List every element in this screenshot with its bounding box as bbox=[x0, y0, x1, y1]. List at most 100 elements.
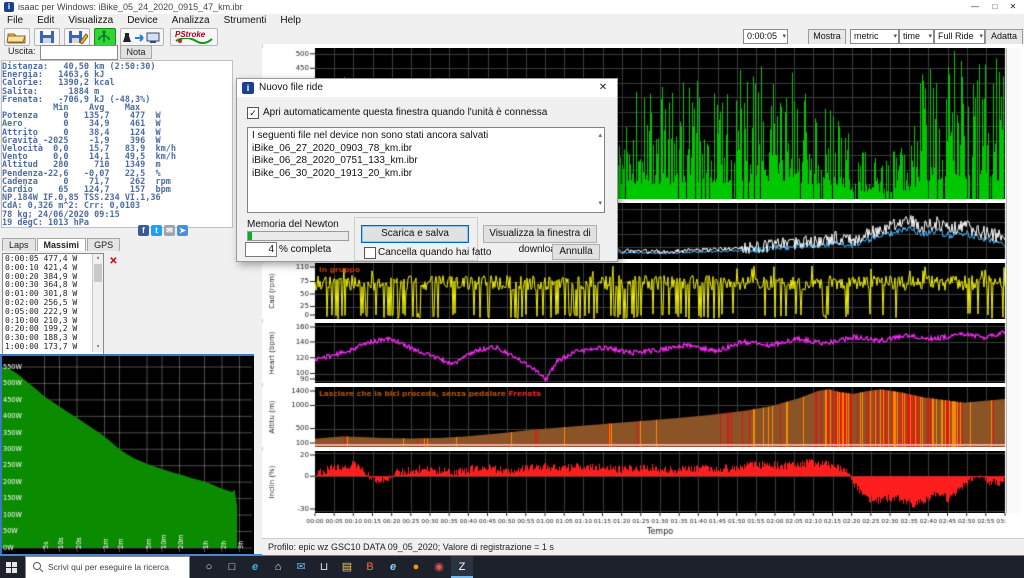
search-icon bbox=[32, 561, 44, 573]
menu-visualizza[interactable]: Visualizza bbox=[61, 14, 120, 27]
power-duration-chart[interactable] bbox=[0, 354, 254, 554]
panel-tabs: LapsMassimiGPS bbox=[2, 238, 121, 252]
open-file-button[interactable] bbox=[4, 28, 30, 46]
taskbar-app-internet-explorer[interactable]: e bbox=[382, 556, 404, 578]
adatta-button[interactable]: Adatta bbox=[985, 29, 1023, 45]
menu-file[interactable]: File bbox=[0, 14, 30, 27]
view-download-window-button[interactable]: Visualizza la finestra di download bbox=[483, 225, 597, 243]
download-save-button[interactable]: Scarica e salva bbox=[361, 225, 469, 243]
interval-combobox[interactable]: 0:00:05 ▾ bbox=[743, 29, 788, 44]
menu-edit[interactable]: Edit bbox=[30, 14, 61, 27]
facebook-icon[interactable]: f bbox=[138, 225, 149, 236]
nota-tab[interactable]: Nota bbox=[120, 45, 152, 59]
percent-input[interactable]: 4 bbox=[245, 242, 277, 257]
delete-item-button[interactable]: ✕ bbox=[107, 255, 120, 268]
cadence-chart[interactable] bbox=[262, 263, 1006, 319]
status-bar: Profilo: epic wz GSC10 DATA 09_05_2020; … bbox=[262, 538, 1024, 555]
auto-open-checkbox[interactable]: ✓ bbox=[247, 107, 259, 119]
auto-open-label: Apri automaticamente questa finestra qua… bbox=[263, 107, 547, 118]
list-item[interactable]: 1:00:00 173,7 W bbox=[5, 343, 77, 352]
uscita-label: Uscita: bbox=[8, 46, 36, 56]
taskbar-app-isaac[interactable]: Z bbox=[451, 556, 473, 578]
close-button[interactable]: ✕ bbox=[1004, 0, 1022, 13]
taskbar-app-file-explorer[interactable]: ▤ bbox=[336, 556, 358, 578]
download-to-computer-button[interactable] bbox=[120, 28, 164, 46]
slope-chart[interactable] bbox=[262, 451, 1006, 513]
save-as-button[interactable] bbox=[64, 28, 90, 46]
uscita-input[interactable] bbox=[40, 45, 118, 60]
menu-device[interactable]: Device bbox=[120, 14, 165, 27]
stats-panel: Distanza: 40,50 km (2:50:30)Energia: 146… bbox=[1, 60, 233, 228]
dialog-title-bar: i Nuovo file ride ✕ bbox=[237, 79, 617, 97]
menu-help[interactable]: Help bbox=[273, 14, 308, 27]
title-bar: i isaac per Windows: iBike_05_24_2020_09… bbox=[0, 0, 1024, 14]
usb-device-button[interactable] bbox=[94, 28, 116, 46]
dialog-title: Nuovo file ride bbox=[259, 82, 323, 93]
scroll-down-icon[interactable]: ▾ bbox=[93, 343, 103, 352]
window-title: isaac per Windows: iBike_05_24_2020_0915… bbox=[18, 2, 243, 12]
tab-laps[interactable]: Laps bbox=[2, 238, 36, 251]
units-combobox[interactable]: metric▾ bbox=[850, 29, 899, 44]
chevron-down-icon: ▾ bbox=[928, 30, 932, 43]
tab-massimi[interactable]: Massimi bbox=[37, 238, 87, 251]
chevron-down-icon: ▾ bbox=[979, 30, 983, 43]
range-combobox[interactable]: Full Ride ▾ bbox=[934, 29, 985, 44]
percent-label: % completa bbox=[279, 244, 331, 255]
taskbar-app-firefox[interactable]: ● bbox=[405, 556, 427, 578]
delete-when-done-checkbox[interactable] bbox=[364, 247, 376, 259]
mail-icon[interactable]: ✉ bbox=[164, 225, 175, 236]
start-button[interactable] bbox=[0, 556, 24, 578]
taskbar-app-brave[interactable]: B bbox=[359, 556, 381, 578]
taskbar-app-chrome[interactable]: ◉ bbox=[428, 556, 450, 578]
device-file[interactable]: iBike_06_28_2020_0751_133_km.ibr bbox=[252, 155, 604, 168]
time-axis bbox=[262, 513, 1006, 538]
taskbar-app-store[interactable]: ⊔ bbox=[313, 556, 335, 578]
maximize-button[interactable]: □ bbox=[986, 0, 1004, 13]
list-header: I seguenti file nel device non sono stat… bbox=[252, 130, 604, 143]
mostra-button[interactable]: Mostra bbox=[808, 29, 846, 45]
scroll-up-icon[interactable]: ▴ bbox=[93, 254, 103, 263]
list-scrollbar[interactable]: ▴ ▾ bbox=[92, 254, 103, 352]
social-links: ft✉➤ bbox=[138, 225, 190, 237]
scroll-up-icon[interactable]: ▴ bbox=[598, 130, 602, 143]
scroll-down-icon[interactable]: ▾ bbox=[598, 198, 602, 211]
xaxis-mode-combobox[interactable]: time ▾ bbox=[899, 29, 934, 44]
cancel-button[interactable]: Annulla bbox=[552, 244, 600, 260]
menu-strumenti[interactable]: Strumenti bbox=[217, 14, 274, 27]
device-files-listbox[interactable]: I seguenti file nel device non sono stat… bbox=[247, 127, 605, 213]
share-icon[interactable]: ➤ bbox=[177, 225, 188, 236]
taskbar-app-cortana[interactable]: ○ bbox=[198, 556, 220, 578]
device-file[interactable]: iBike_06_30_2020_1913_20_km.ibr bbox=[252, 168, 604, 181]
tab-gps[interactable]: GPS bbox=[87, 238, 120, 251]
taskbar: Scrivi qui per eseguire la ricerca ○□e⌂✉… bbox=[0, 556, 1024, 578]
chart-splitter-strip[interactable] bbox=[1006, 48, 1020, 513]
interval-value: 0:00:05 bbox=[747, 31, 777, 41]
delete-when-done-label: Cancella quando hai fatto bbox=[378, 247, 491, 258]
scroll-thumb[interactable] bbox=[94, 264, 102, 282]
screen: i isaac per Windows: iBike_05_24_2020_09… bbox=[0, 0, 1024, 578]
taskbar-app-home[interactable]: ⌂ bbox=[267, 556, 289, 578]
taskbar-app-task-view[interactable]: □ bbox=[221, 556, 243, 578]
app-icon: i bbox=[4, 2, 14, 12]
chevron-down-icon: ▾ bbox=[893, 30, 897, 43]
memory-label: Memoria del Newton bbox=[247, 219, 339, 230]
taskbar-search[interactable]: Scrivi qui per eseguire la ricerca bbox=[25, 556, 190, 578]
taskbar-app-edge[interactable]: e bbox=[244, 556, 266, 578]
menu-bar: FileEditVisualizzaDeviceAnalizzaStrument… bbox=[0, 14, 1024, 27]
search-placeholder: Scrivi qui per eseguire la ricerca bbox=[48, 557, 169, 577]
menu-analizza[interactable]: Analizza bbox=[165, 14, 217, 27]
twitter-icon[interactable]: t bbox=[151, 225, 162, 236]
device-file[interactable]: iBike_06_27_2020_0903_78_km.ibr bbox=[252, 143, 604, 156]
save-button[interactable] bbox=[34, 28, 60, 46]
xmode-value: time bbox=[903, 31, 920, 41]
max-power-list[interactable]: 0:00:05 477,4 W0:00:10 421,4 W0:00:20 38… bbox=[2, 253, 104, 355]
minimize-button[interactable]: — bbox=[966, 0, 984, 13]
pstroke-button[interactable]: PStroke bbox=[170, 28, 218, 46]
dialog-close-button[interactable]: ✕ bbox=[589, 79, 617, 97]
app-window: i isaac per Windows: iBike_05_24_2020_09… bbox=[0, 0, 1024, 556]
heart-rate-chart[interactable] bbox=[262, 323, 1006, 383]
taskbar-app-outlook[interactable]: ✉ bbox=[290, 556, 312, 578]
chevron-down-icon: ▾ bbox=[782, 30, 786, 43]
altitude-chart[interactable] bbox=[262, 387, 1006, 447]
range-value: Full Ride bbox=[938, 31, 974, 41]
